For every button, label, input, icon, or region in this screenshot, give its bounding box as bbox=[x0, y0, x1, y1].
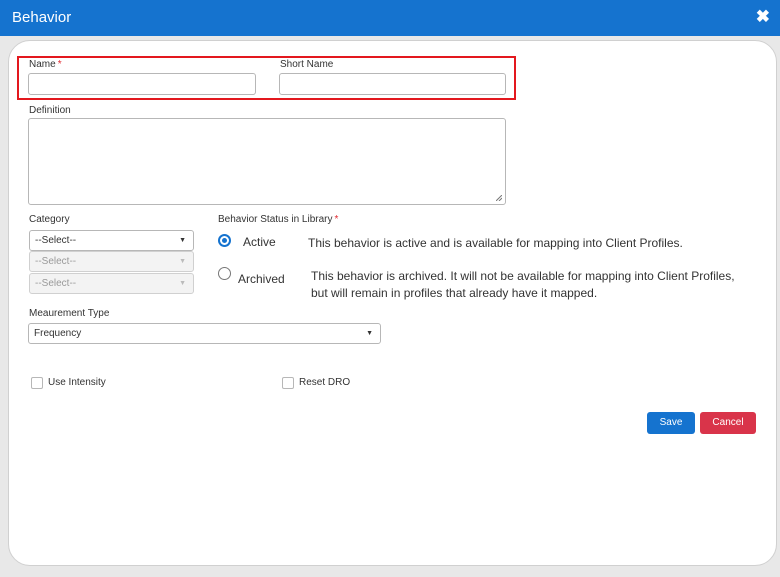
cancel-button[interactable]: Cancel bbox=[700, 412, 756, 434]
category-select-2: --Select-- ▼ bbox=[29, 251, 194, 272]
chevron-down-icon: ▼ bbox=[179, 237, 186, 244]
definition-textarea[interactable] bbox=[28, 118, 506, 205]
archived-description-line-2: but will remain in profiles that already… bbox=[311, 286, 598, 300]
active-description: This behavior is active and is available… bbox=[308, 236, 683, 250]
required-mark: * bbox=[57, 59, 62, 70]
category-select-1[interactable]: --Select-- ▼ bbox=[29, 230, 194, 251]
reset-dro-label: Reset DRO bbox=[299, 377, 351, 388]
close-icon[interactable]: ✖ bbox=[756, 7, 770, 27]
required-mark: * bbox=[334, 214, 339, 225]
short-name-label: Short Name bbox=[280, 59, 334, 70]
name-label: Name * bbox=[29, 59, 62, 70]
reset-dro-checkbox[interactable] bbox=[282, 377, 294, 389]
resize-handle-icon[interactable] bbox=[496, 195, 502, 201]
category-select-3: --Select-- ▼ bbox=[29, 273, 194, 294]
chevron-down-icon: ▼ bbox=[179, 280, 186, 287]
measurement-type-select[interactable]: Frequency ▼ bbox=[28, 323, 381, 344]
chevron-down-icon: ▼ bbox=[179, 258, 186, 265]
active-radio[interactable] bbox=[218, 234, 231, 247]
active-label: Active bbox=[243, 235, 276, 249]
category-label: Category bbox=[29, 214, 70, 225]
chevron-down-icon: ▼ bbox=[366, 330, 373, 337]
use-intensity-label: Use Intensity bbox=[48, 377, 106, 388]
archived-label: Archived bbox=[238, 272, 285, 286]
definition-label: Definition bbox=[29, 105, 71, 116]
status-label: Behavior Status in Library * bbox=[218, 214, 339, 225]
archived-description-line-1: This behavior is archived. It will not b… bbox=[311, 269, 735, 283]
archived-radio[interactable] bbox=[218, 267, 231, 280]
name-input[interactable] bbox=[28, 73, 256, 95]
save-button[interactable]: Save bbox=[647, 412, 695, 434]
use-intensity-checkbox[interactable] bbox=[31, 377, 43, 389]
dialog-titlebar: Behavior ✖ bbox=[0, 0, 780, 36]
short-name-input[interactable] bbox=[279, 73, 506, 95]
dialog-title: Behavior bbox=[12, 9, 72, 26]
behavior-dialog: Behavior ✖ Name * Short Name Definition C… bbox=[0, 0, 780, 577]
measurement-type-label: Meaurement Type bbox=[29, 308, 110, 319]
